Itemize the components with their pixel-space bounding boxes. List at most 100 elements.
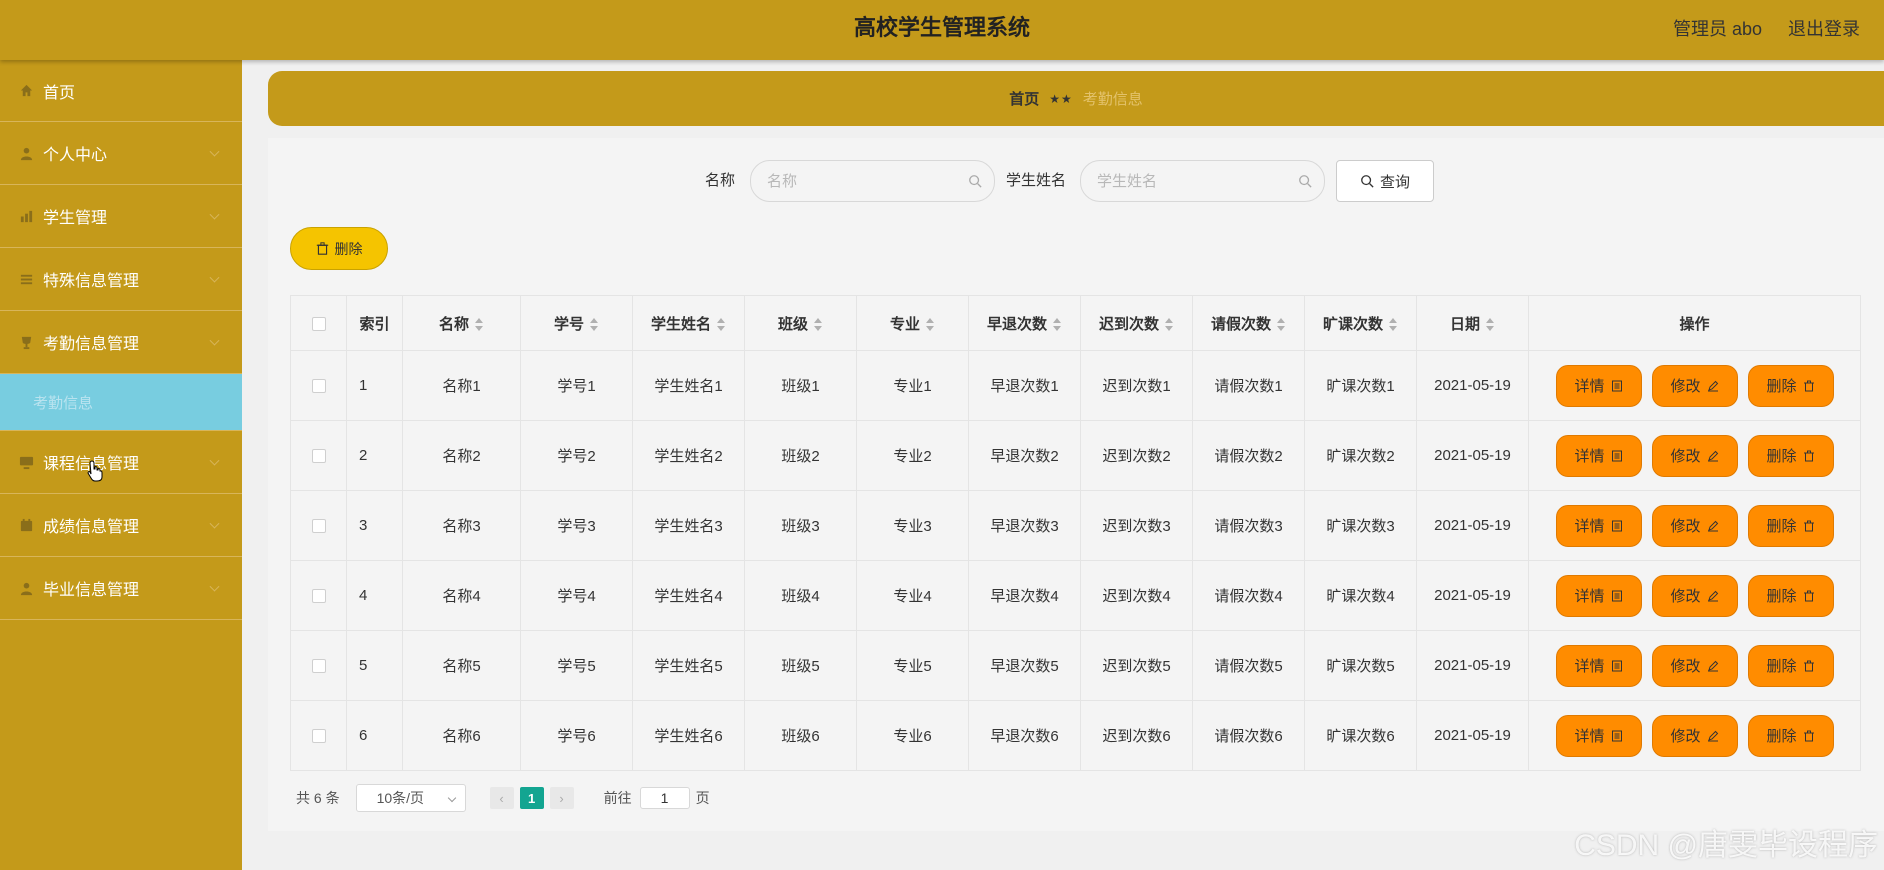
cell-late: 迟到次数3 xyxy=(1080,490,1193,561)
batch-delete-button[interactable]: 删除 xyxy=(290,227,388,270)
sort-icon[interactable] xyxy=(589,317,599,332)
sort-icon[interactable] xyxy=(1485,317,1495,332)
edit-button[interactable]: 修改 xyxy=(1651,434,1738,477)
row-select-cell xyxy=(290,630,347,701)
query-button-label: 查询 xyxy=(1379,173,1410,191)
delete-button[interactable]: 删除 xyxy=(1747,574,1834,617)
name-search-field[interactable] xyxy=(750,160,995,202)
row-actions-cell: 详情 修改 删除 xyxy=(1528,350,1861,421)
select-all-checkbox[interactable] xyxy=(311,316,326,331)
document-icon xyxy=(1611,450,1622,461)
sidebar-item-attendance[interactable]: 考勤信息管理 xyxy=(0,311,242,374)
query-button[interactable]: 查询 xyxy=(1336,160,1434,202)
edit-button[interactable]: 修改 xyxy=(1651,714,1738,757)
trash-icon xyxy=(1803,660,1814,671)
home-icon xyxy=(18,83,34,99)
sidebar-item-home[interactable]: 首页 xyxy=(0,60,242,122)
detail-button[interactable]: 详情 xyxy=(1555,574,1642,617)
sort-icon[interactable] xyxy=(1388,317,1398,332)
row-select-cell xyxy=(290,700,347,771)
cell-class: 班级2 xyxy=(744,420,857,491)
page-number-button[interactable]: 1 xyxy=(519,787,544,809)
sort-icon[interactable] xyxy=(716,317,726,332)
sidebar-item-grades[interactable]: 成绩信息管理 xyxy=(0,494,242,557)
cell-class: 班级6 xyxy=(744,700,857,771)
sort-icon[interactable] xyxy=(1164,317,1174,332)
student-name-input[interactable] xyxy=(1097,161,1277,201)
sort-icon[interactable] xyxy=(925,317,935,332)
col-header-class[interactable]: 班级 xyxy=(744,295,857,351)
detail-button-label: 详情 xyxy=(1574,588,1605,605)
next-page-button[interactable]: › xyxy=(549,787,574,809)
col-header-early-leave[interactable]: 早退次数 xyxy=(968,295,1081,351)
breadcrumb-home[interactable]: 首页 xyxy=(1009,88,1039,109)
row-checkbox[interactable] xyxy=(311,449,326,464)
col-header-name[interactable]: 名称 xyxy=(402,295,521,351)
delete-button[interactable]: 删除 xyxy=(1747,434,1834,477)
col-header-label: 专业 xyxy=(889,315,920,333)
trash-icon xyxy=(1803,730,1814,741)
cell-major: 专业4 xyxy=(856,560,969,631)
top-bar: 高校学生管理系统 管理员 abo 退出登录 xyxy=(0,0,1884,60)
edit-icon xyxy=(1707,450,1718,461)
delete-button[interactable]: 删除 xyxy=(1747,644,1834,687)
student-name-label: 学生姓名 xyxy=(1006,172,1067,189)
sidebar-item-courses[interactable]: 课程信息管理 xyxy=(0,431,242,494)
edit-button[interactable]: 修改 xyxy=(1651,364,1738,407)
detail-button[interactable]: 详情 xyxy=(1555,504,1642,547)
col-header-label: 日期 xyxy=(1449,315,1480,333)
cell-date: 2021-05-19 xyxy=(1416,700,1529,771)
col-header-actions: 操作 xyxy=(1528,295,1861,351)
goto-page-input[interactable] xyxy=(639,787,690,809)
cell-student-no: 学号5 xyxy=(520,630,633,701)
col-header-late[interactable]: 迟到次数 xyxy=(1080,295,1193,351)
col-header-student-no[interactable]: 学号 xyxy=(520,295,633,351)
cell-student-name: 学生姓名4 xyxy=(632,560,745,631)
col-header-date[interactable]: 日期 xyxy=(1416,295,1529,351)
detail-button[interactable]: 详情 xyxy=(1555,644,1642,687)
student-name-search-field[interactable] xyxy=(1080,160,1325,202)
delete-button[interactable]: 删除 xyxy=(1747,364,1834,407)
prev-page-button[interactable]: ‹ xyxy=(489,787,514,809)
sidebar-item-label: 考勤信息管理 xyxy=(43,336,140,353)
row-checkbox[interactable] xyxy=(311,519,326,534)
sidebar-item-label: 毕业信息管理 xyxy=(43,582,140,599)
sort-icon[interactable] xyxy=(813,317,823,332)
edit-button[interactable]: 修改 xyxy=(1651,574,1738,617)
col-header-major[interactable]: 专业 xyxy=(856,295,969,351)
col-header-absence[interactable]: 旷课次数 xyxy=(1304,295,1417,351)
logout-link[interactable]: 退出登录 xyxy=(1788,15,1860,41)
sidebar-item-special-info[interactable]: 特殊信息管理 xyxy=(0,248,242,311)
row-checkbox[interactable] xyxy=(311,589,326,604)
name-input[interactable] xyxy=(767,161,947,201)
sidebar-subitem-attendance-info[interactable]: 考勤信息 xyxy=(0,374,242,431)
detail-button[interactable]: 详情 xyxy=(1555,434,1642,477)
page-size-select[interactable]: 10条/页 xyxy=(355,784,466,812)
cell-index: 2 xyxy=(346,420,403,491)
col-header-student-name[interactable]: 学生姓名 xyxy=(632,295,745,351)
edit-button[interactable]: 修改 xyxy=(1651,644,1738,687)
row-checkbox[interactable] xyxy=(311,659,326,674)
breadcrumb-separator: ★★ xyxy=(1049,91,1073,106)
hand-cursor-icon xyxy=(87,460,103,482)
delete-button[interactable]: 删除 xyxy=(1747,504,1834,547)
attendance-table: 索引 名称 学号 学生姓名 班级 专业 早退次数 迟到次数 请假次数 旷课次数 … xyxy=(290,295,1861,771)
cell-date: 2021-05-19 xyxy=(1416,420,1529,491)
delete-button[interactable]: 删除 xyxy=(1747,714,1834,757)
cell-student-no: 学号4 xyxy=(520,560,633,631)
edit-button[interactable]: 修改 xyxy=(1651,504,1738,547)
row-checkbox[interactable] xyxy=(311,379,326,394)
chevron-right-icon: › xyxy=(559,790,564,806)
detail-button[interactable]: 详情 xyxy=(1555,364,1642,407)
detail-button[interactable]: 详情 xyxy=(1555,714,1642,757)
row-checkbox[interactable] xyxy=(311,729,326,744)
sort-icon[interactable] xyxy=(1052,317,1062,332)
col-header-leave[interactable]: 请假次数 xyxy=(1192,295,1305,351)
admin-user-label[interactable]: 管理员 abo xyxy=(1673,15,1762,41)
edit-icon xyxy=(1707,730,1718,741)
row-actions-cell: 详情 修改 删除 xyxy=(1528,560,1861,631)
sort-icon[interactable] xyxy=(474,317,484,332)
sort-icon[interactable] xyxy=(1276,317,1286,332)
sidebar-item-graduation[interactable]: 毕业信息管理 xyxy=(0,557,242,620)
cell-major: 专业2 xyxy=(856,420,969,491)
